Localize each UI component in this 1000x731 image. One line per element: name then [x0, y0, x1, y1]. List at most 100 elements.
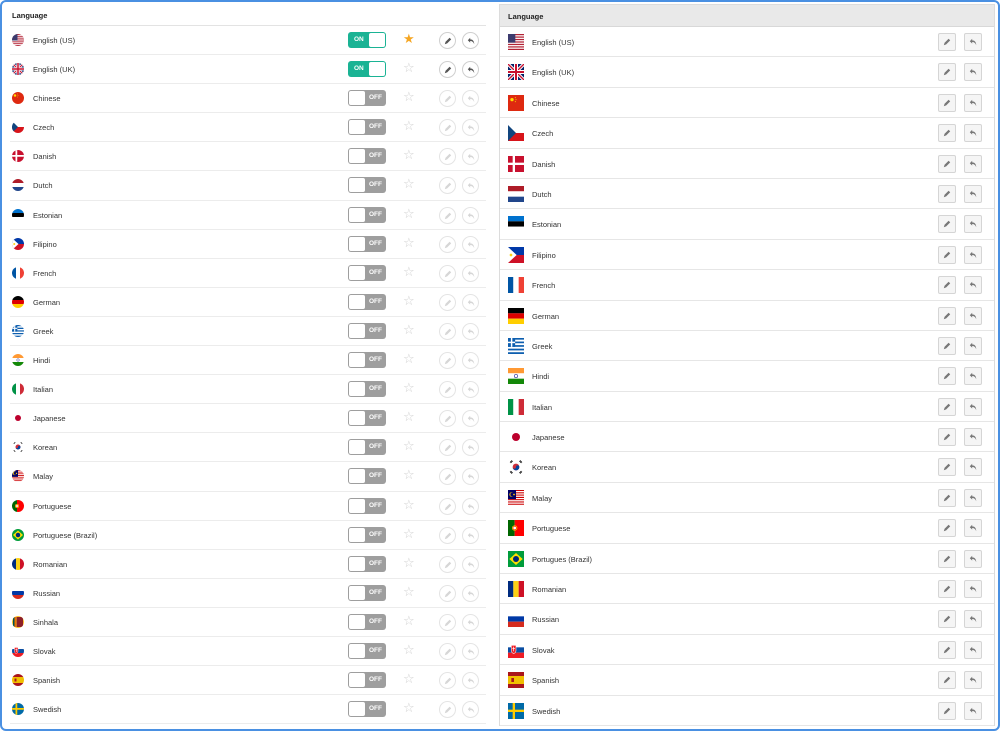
edit-button[interactable] — [439, 293, 456, 311]
undo-button[interactable] — [462, 148, 479, 166]
edit-button[interactable] — [938, 610, 956, 629]
language-toggle[interactable]: OFF — [348, 177, 386, 194]
language-toggle[interactable]: OFF — [348, 148, 386, 165]
language-toggle[interactable]: OFF — [348, 293, 386, 310]
star-icon[interactable]: ☆ — [403, 352, 415, 366]
undo-button[interactable] — [462, 381, 479, 399]
edit-button[interactable] — [439, 322, 456, 340]
edit-button[interactable] — [439, 148, 456, 166]
edit-button[interactable] — [439, 672, 456, 690]
undo-button[interactable] — [964, 458, 982, 477]
language-toggle[interactable]: OFF — [348, 410, 386, 427]
star-icon[interactable]: ☆ — [403, 526, 415, 541]
undo-button[interactable] — [462, 410, 479, 428]
undo-button[interactable] — [462, 439, 479, 457]
star-icon[interactable]: ☆ — [403, 439, 415, 453]
edit-button[interactable] — [439, 264, 456, 282]
edit-button[interactable] — [439, 32, 456, 49]
undo-button[interactable] — [462, 701, 479, 719]
edit-button[interactable] — [439, 701, 456, 719]
language-toggle[interactable]: OFF — [348, 526, 386, 543]
language-toggle[interactable]: OFF — [348, 584, 386, 601]
edit-button[interactable] — [938, 488, 956, 507]
language-toggle[interactable]: OFF — [348, 322, 386, 339]
undo-button[interactable] — [462, 613, 479, 631]
language-toggle[interactable]: OFF — [348, 701, 386, 718]
edit-button[interactable] — [938, 336, 956, 355]
edit-button[interactable] — [439, 497, 456, 515]
language-toggle[interactable]: OFF — [348, 439, 386, 456]
undo-button[interactable] — [964, 306, 982, 325]
star-icon[interactable]: ☆ — [403, 584, 415, 599]
edit-button[interactable] — [938, 245, 956, 264]
language-toggle[interactable]: OFF — [348, 352, 386, 369]
star-icon[interactable]: ☆ — [403, 672, 415, 686]
undo-button[interactable] — [964, 519, 982, 538]
language-toggle[interactable]: OFF — [348, 90, 386, 107]
edit-button[interactable] — [439, 119, 456, 137]
edit-button[interactable] — [938, 124, 956, 143]
edit-button[interactable] — [439, 468, 456, 486]
undo-button[interactable] — [462, 235, 479, 253]
language-toggle[interactable]: OFF — [348, 235, 386, 252]
star-icon[interactable]: ☆ — [403, 206, 415, 221]
undo-button[interactable] — [462, 264, 479, 282]
undo-button[interactable] — [964, 154, 982, 173]
undo-button[interactable] — [964, 276, 982, 295]
edit-button[interactable] — [938, 33, 956, 51]
edit-button[interactable] — [938, 428, 956, 447]
star-icon[interactable]: ☆ — [403, 148, 415, 162]
undo-button[interactable] — [462, 526, 479, 544]
edit-button[interactable] — [439, 555, 456, 573]
star-icon[interactable]: ☆ — [403, 177, 415, 191]
undo-button[interactable] — [964, 245, 982, 264]
edit-button[interactable] — [938, 701, 956, 720]
undo-button[interactable] — [964, 215, 982, 234]
edit-button[interactable] — [439, 584, 456, 602]
undo-button[interactable] — [462, 468, 479, 486]
language-toggle[interactable]: ON — [348, 61, 386, 78]
undo-button[interactable] — [964, 336, 982, 355]
language-toggle[interactable]: ON — [348, 32, 386, 48]
language-toggle[interactable]: OFF — [348, 497, 386, 514]
undo-button[interactable] — [462, 119, 479, 137]
language-toggle[interactable]: OFF — [348, 264, 386, 281]
undo-button[interactable] — [462, 555, 479, 573]
star-icon[interactable]: ☆ — [403, 293, 415, 308]
undo-button[interactable] — [462, 61, 479, 79]
language-toggle[interactable]: OFF — [348, 381, 386, 398]
language-toggle[interactable]: OFF — [348, 206, 386, 223]
undo-button[interactable] — [462, 352, 479, 370]
undo-button[interactable] — [964, 367, 982, 386]
language-toggle[interactable]: OFF — [348, 119, 386, 136]
edit-button[interactable] — [938, 367, 956, 386]
star-icon[interactable]: ☆ — [403, 555, 415, 570]
undo-button[interactable] — [462, 206, 479, 224]
edit-button[interactable] — [938, 154, 956, 173]
star-icon[interactable]: ☆ — [403, 235, 415, 250]
edit-button[interactable] — [938, 63, 956, 82]
star-icon[interactable]: ☆ — [403, 90, 415, 104]
language-toggle[interactable]: OFF — [348, 555, 386, 572]
edit-button[interactable] — [439, 61, 456, 79]
star-icon[interactable]: ☆ — [403, 468, 415, 482]
star-icon[interactable]: ☆ — [403, 322, 415, 337]
edit-button[interactable] — [938, 397, 956, 416]
undo-button[interactable] — [462, 177, 479, 195]
undo-button[interactable] — [462, 642, 479, 660]
undo-button[interactable] — [964, 428, 982, 447]
undo-button[interactable] — [964, 184, 982, 203]
edit-button[interactable] — [439, 410, 456, 428]
star-icon[interactable]: ☆ — [403, 497, 415, 512]
language-toggle[interactable]: OFF — [348, 613, 386, 630]
undo-button[interactable] — [462, 90, 479, 108]
edit-button[interactable] — [439, 381, 456, 399]
edit-button[interactable] — [439, 642, 456, 660]
undo-button[interactable] — [964, 33, 982, 51]
undo-button[interactable] — [964, 610, 982, 629]
undo-button[interactable] — [462, 672, 479, 690]
undo-button[interactable] — [964, 640, 982, 659]
edit-button[interactable] — [439, 526, 456, 544]
edit-button[interactable] — [938, 306, 956, 325]
edit-button[interactable] — [439, 235, 456, 253]
